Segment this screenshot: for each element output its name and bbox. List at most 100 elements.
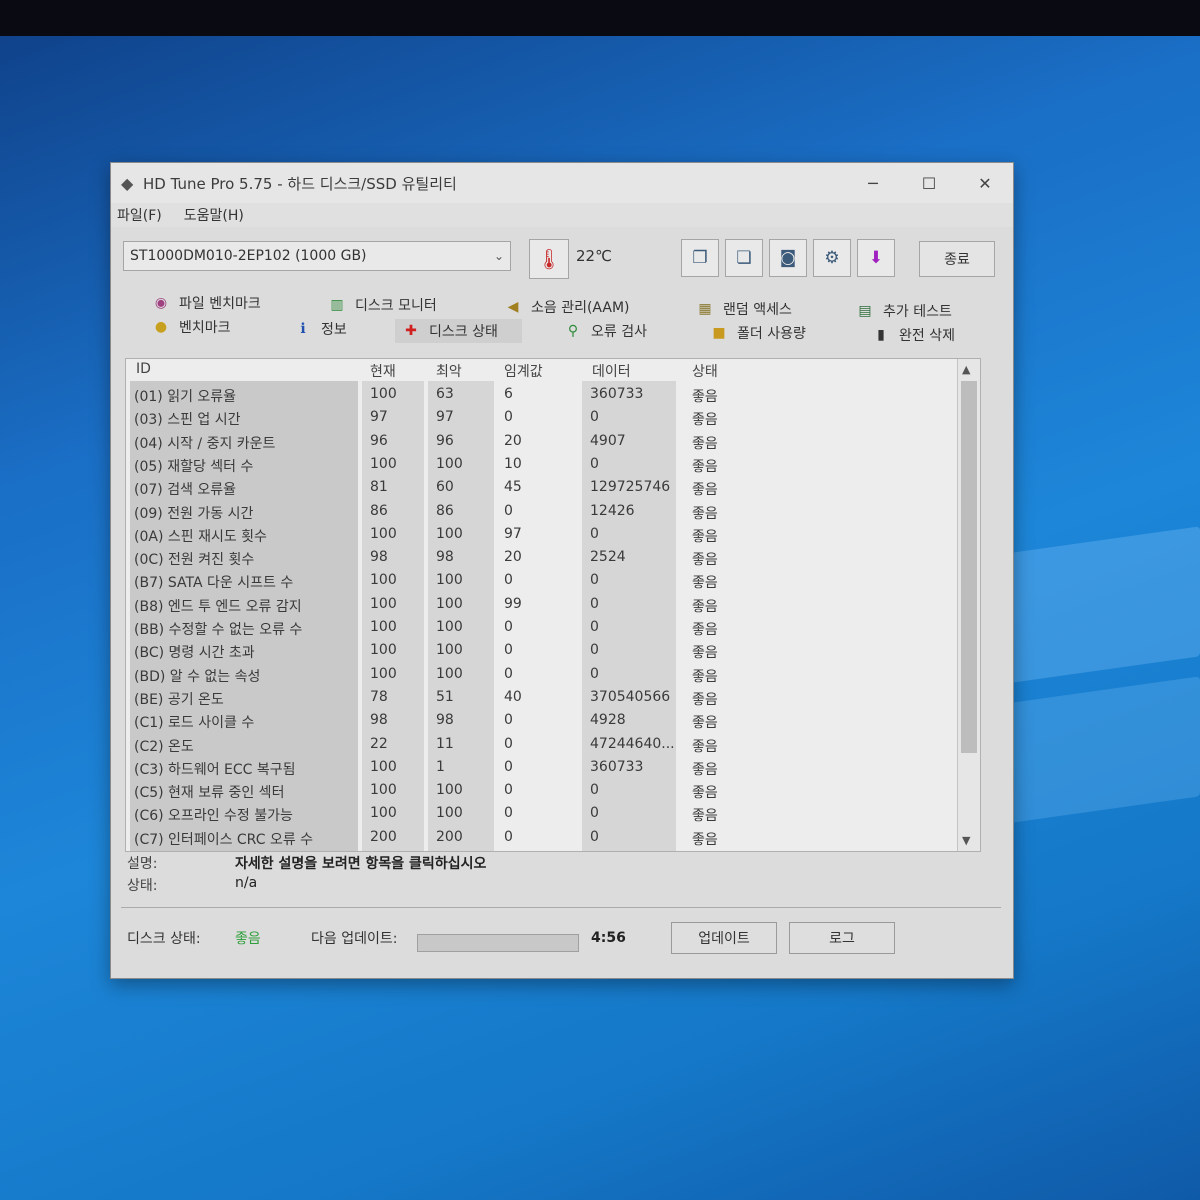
raw-data-value: 360733 <box>590 758 644 775</box>
table-row[interactable]: (C2) 온도 22 11 0 47244640... 좋음 <box>126 733 956 756</box>
header-current[interactable]: 현재 <box>370 361 396 381</box>
exit-button[interactable]: 종료 <box>919 241 995 277</box>
update-button[interactable]: 업데이트 <box>671 922 777 954</box>
smart-attributes-table[interactable]: ID 현재 최악 임계값 데이터 상태 (01) 읽기 오류율 100 63 6 360… <box>125 358 981 852</box>
table-row[interactable]: (C6) 오프라인 수정 불가능 100 100 0 0 좋음 <box>126 802 956 825</box>
folder-icon: ■ <box>712 325 726 341</box>
threshold-value: 0 <box>504 782 513 799</box>
table-row[interactable]: (03) 스핀 업 시간 97 97 0 0 좋음 <box>126 406 956 429</box>
table-row[interactable]: (05) 재할당 섹터 수 100 100 10 0 좋음 <box>126 453 956 476</box>
attribute-name: (B7) SATA 다운 시프트 수 <box>134 575 294 592</box>
table-row[interactable]: (B7) SATA 다운 시프트 수 100 100 0 0 좋음 <box>126 569 956 592</box>
close-button[interactable]: ✕ <box>957 163 1013 203</box>
raw-data-value: 0 <box>590 805 599 822</box>
menu-help[interactable]: 도움말(H) <box>184 205 244 225</box>
log-button[interactable]: 로그 <box>789 922 895 954</box>
table-row[interactable]: (BC) 명령 시간 초과 100 100 0 0 좋음 <box>126 639 956 662</box>
header-worst[interactable]: 최악 <box>436 361 462 381</box>
attribute-name: (BB) 수정할 수 없는 오류 수 <box>134 622 303 638</box>
table-row[interactable]: (07) 검색 오류율 81 60 45 129725746 좋음 <box>126 476 956 499</box>
table-row[interactable]: (B8) 엔드 투 엔드 오류 감지 100 100 99 0 좋음 <box>126 593 956 616</box>
status-value: 좋음 <box>692 528 718 545</box>
tab-random-access[interactable]: ▦ 랜덤 액세스 <box>695 299 792 319</box>
download-arrow-icon: ⬇ <box>868 248 884 268</box>
current-value: 100 <box>370 572 397 589</box>
table-row[interactable]: (C5) 현재 보류 중인 섹터 100 100 0 0 좋음 <box>126 779 956 802</box>
tab-label: 정보 <box>321 322 347 338</box>
scroll-up-icon[interactable]: ▲ <box>962 363 970 376</box>
table-row[interactable]: (C3) 하드웨어 ECC 복구됨 100 1 0 360733 좋음 <box>126 756 956 779</box>
tab-info[interactable]: ℹ 정보 <box>293 319 347 339</box>
status-value: 좋음 <box>692 808 718 825</box>
info-icon: ℹ <box>300 321 306 337</box>
table-row[interactable]: (C7) 인터페이스 CRC 오류 수 200 200 0 0 좋음 <box>126 826 956 849</box>
threshold-value: 0 <box>504 642 513 659</box>
worst-value: 100 <box>436 525 463 542</box>
state-value: n/a <box>235 875 258 891</box>
tab-folder-usage[interactable]: ■ 폴더 사용량 <box>709 323 805 343</box>
windows-logo-pane-top <box>1005 526 1200 684</box>
tab-file-benchmark[interactable]: ◉ 파일 벤치마크 <box>151 293 261 313</box>
table-row[interactable]: (BB) 수정할 수 없는 오류 수 100 100 0 0 좋음 <box>126 616 956 639</box>
threshold-value: 0 <box>504 409 513 426</box>
tab-disk-monitor[interactable]: ▥ 디스크 모니터 <box>327 295 436 315</box>
save-button[interactable]: ⬇ <box>857 239 895 277</box>
options-button[interactable]: ⚙ <box>813 239 851 277</box>
raw-data-value: 0 <box>590 455 599 472</box>
toolbar: ST1000DM010-2EP102 (1000 GB) ⌄ 🌡 22℃ ❐ ❏… <box>111 227 1013 289</box>
raw-data-value: 0 <box>590 595 599 612</box>
threshold-value: 20 <box>504 432 522 449</box>
threshold-value: 0 <box>504 665 513 682</box>
header-status[interactable]: 상태 <box>692 361 718 381</box>
worst-value: 97 <box>436 409 454 426</box>
tab-health[interactable]: ✚ 디스크 상태 <box>395 319 522 343</box>
table-row[interactable]: (04) 시작 / 중지 카운트 96 96 20 4907 좋음 <box>126 430 956 453</box>
vertical-scrollbar[interactable]: ▲ ▼ <box>957 359 980 851</box>
worst-value: 100 <box>436 805 463 822</box>
raw-data-value: 370540566 <box>590 688 671 705</box>
title-bar[interactable]: ◆ HD Tune Pro 5.75 - 하드 디스크/SSD 유틸리티 ─ ☐… <box>111 163 1013 203</box>
drive-select-value: ST1000DM010-2EP102 (1000 GB) <box>130 248 367 264</box>
tab-erase[interactable]: ▮ 완전 삭제 <box>871 325 955 345</box>
copy-all-button[interactable]: ❏ <box>725 239 763 277</box>
attribute-name: (07) 검색 오류율 <box>134 482 237 499</box>
table-row[interactable]: (C1) 로드 사이클 수 98 98 0 4928 좋음 <box>126 709 956 732</box>
disk-status-label: 디스크 상태: <box>127 931 201 947</box>
tab-extra-tests[interactable]: ▤ 추가 테스트 <box>855 301 951 321</box>
header-id[interactable]: ID <box>136 361 151 381</box>
current-value: 100 <box>370 642 397 659</box>
status-value: 좋음 <box>692 622 718 638</box>
table-row[interactable]: (01) 읽기 오류율 100 63 6 360733 좋음 <box>126 383 956 406</box>
description-value: 자세한 설명을 보려면 항목을 클릭하십시오 <box>235 856 487 872</box>
attribute-name: (BE) 공기 온도 <box>134 691 224 708</box>
table-row[interactable]: (BE) 공기 온도 78 51 40 370540566 좋음 <box>126 686 956 709</box>
maximize-button[interactable]: ☐ <box>901 163 957 203</box>
status-value: 좋음 <box>692 715 718 732</box>
menu-file[interactable]: 파일(F) <box>117 205 162 225</box>
screenshot-button[interactable]: ◙ <box>769 239 807 277</box>
file-benchmark-icon: ◉ <box>154 295 168 311</box>
scroll-thumb[interactable] <box>961 381 977 753</box>
table-row[interactable]: (0A) 스핀 재시도 횟수 100 100 97 0 좋음 <box>126 523 956 546</box>
status-value: 좋음 <box>692 645 718 662</box>
status-value: 좋음 <box>692 691 718 708</box>
tab-aam[interactable]: ◀ 소음 관리(AAM) <box>503 297 630 317</box>
header-threshold[interactable]: 임계값 <box>504 361 543 381</box>
tab-error-scan[interactable]: ⚲ 오류 검사 <box>563 321 647 341</box>
worst-value: 60 <box>436 479 454 496</box>
attribute-name: (C3) 하드웨어 ECC 복구됨 <box>134 761 296 778</box>
minimize-button[interactable]: ─ <box>845 163 901 203</box>
threshold-value: 40 <box>504 688 522 705</box>
table-row[interactable]: (BD) 알 수 없는 속성 100 100 0 0 좋음 <box>126 663 956 686</box>
table-row[interactable]: (0C) 전원 켜진 횟수 98 98 20 2524 좋음 <box>126 546 956 569</box>
worst-value: 100 <box>436 619 463 635</box>
thermometer-icon: 🌡 <box>529 239 569 279</box>
header-data[interactable]: 데이터 <box>592 361 631 381</box>
tab-label: 랜덤 액세스 <box>723 302 792 318</box>
scroll-down-icon[interactable]: ▼ <box>962 834 970 847</box>
drive-select[interactable]: ST1000DM010-2EP102 (1000 GB) ⌄ <box>123 241 511 271</box>
copy-info-button[interactable]: ❐ <box>681 239 719 277</box>
threshold-value: 20 <box>504 549 522 566</box>
tab-benchmark[interactable]: ● 벤치마크 <box>151 317 231 337</box>
table-row[interactable]: (09) 전원 가동 시간 86 86 0 12426 좋음 <box>126 500 956 523</box>
